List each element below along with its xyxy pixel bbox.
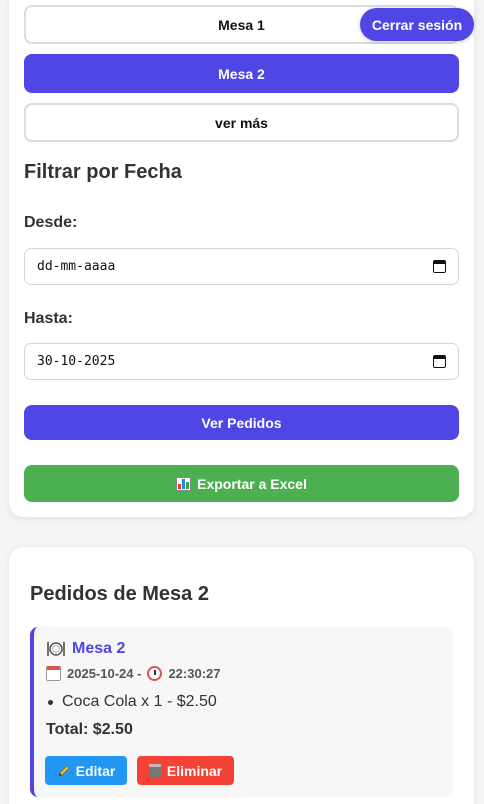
- filter-title: Filtrar por Fecha: [24, 161, 182, 183]
- order-item: Coca Cola x 1 - $2.50: [46, 693, 217, 711]
- alarm-clock-icon: [147, 666, 163, 681]
- desde-date-input[interactable]: dd-mm-aaaa: [24, 248, 459, 285]
- mesa-2-button[interactable]: Mesa 2: [24, 54, 459, 93]
- plate-cutlery-icon: [46, 640, 66, 658]
- pencil-icon: [57, 764, 71, 778]
- calendar-picker-icon[interactable]: [433, 355, 446, 368]
- order-item-text: Coca Cola x 1 - $2.50: [62, 693, 217, 710]
- order-total: Total: $2.50: [46, 721, 133, 738]
- bar-chart-icon: [176, 476, 192, 491]
- export-excel-button[interactable]: Exportar a Excel: [24, 465, 459, 502]
- calendar-picker-icon[interactable]: [433, 260, 446, 273]
- order-date: 2025-10-24 -: [67, 666, 142, 681]
- ver-pedidos-button[interactable]: Ver Pedidos: [24, 405, 459, 440]
- calendar-icon: [46, 666, 61, 681]
- desde-date-value: dd-mm-aaaa: [37, 259, 116, 274]
- order-mesa-label: Mesa 2: [72, 640, 126, 657]
- order-time: 22:30:27: [168, 666, 221, 681]
- edit-order-button[interactable]: Editar: [45, 756, 127, 785]
- order-header: Mesa 2: [46, 640, 125, 658]
- hasta-date-input[interactable]: 30-10-2025: [24, 343, 459, 380]
- ver-mas-button[interactable]: ver más: [24, 103, 459, 142]
- edit-label: Editar: [75, 762, 116, 779]
- desde-label: Desde:: [24, 214, 78, 231]
- delete-order-button[interactable]: Eliminar: [137, 756, 234, 785]
- order-datetime: 2025-10-24 - 22:30:27: [46, 666, 221, 681]
- list-bullet: [48, 699, 53, 705]
- delete-label: Eliminar: [166, 762, 223, 779]
- export-excel-label: Exportar a Excel: [197, 475, 307, 492]
- pedidos-title: Pedidos de Mesa 2: [30, 583, 209, 605]
- hasta-date-value: 30-10-2025: [37, 354, 116, 369]
- logout-button[interactable]: Cerrar sesión: [360, 8, 474, 41]
- hasta-label: Hasta:: [24, 310, 73, 327]
- trash-icon: [148, 763, 161, 778]
